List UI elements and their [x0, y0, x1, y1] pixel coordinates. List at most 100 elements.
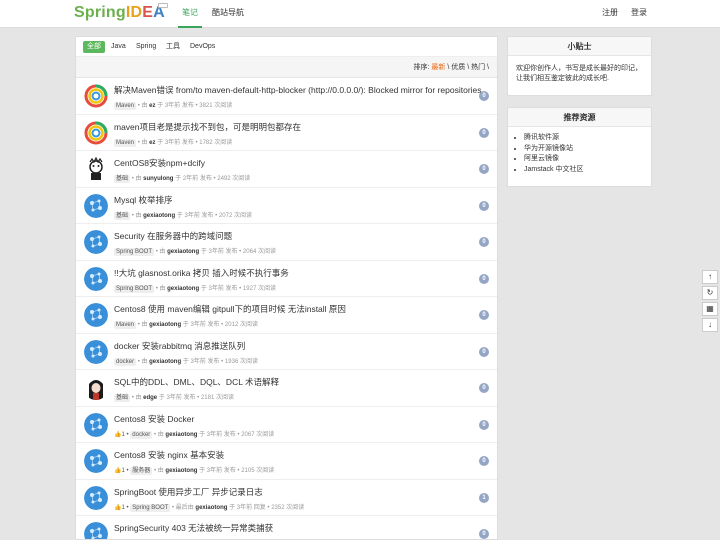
topic-row[interactable]: SQL中的DDL、DML、DQL、DCL 术语解释 基础 • 由 edge 于 3…: [76, 370, 497, 407]
author-link[interactable]: gexiaotong: [167, 249, 199, 255]
tab-java[interactable]: Java: [107, 41, 130, 53]
avatar[interactable]: [84, 84, 108, 108]
resources-title: 推荐资源: [508, 108, 651, 127]
author-link[interactable]: gexiaotong: [195, 505, 227, 511]
tab-tools[interactable]: 工具: [162, 41, 184, 53]
author-link[interactable]: gexiaotong: [167, 286, 199, 292]
sort-latest[interactable]: 最新: [431, 64, 445, 71]
topic-tag[interactable]: docker: [114, 357, 137, 366]
topic-tag[interactable]: 基础: [114, 211, 131, 220]
topic-meta-prefix: • 由: [155, 285, 166, 292]
topic-tag[interactable]: Maven: [114, 102, 137, 110]
author-link[interactable]: ez: [149, 103, 155, 109]
avatar[interactable]: [84, 485, 108, 510]
avatar[interactable]: [84, 412, 108, 437]
topic-title-link[interactable]: SpringBoot 使用异步工厂 异步记录日志: [114, 486, 263, 498]
author-link[interactable]: gexiaotong: [143, 213, 175, 219]
topic-meta: 基础 • 由 edge 于 3年前 发布 • 2181 次阅读: [114, 392, 234, 402]
nav-tab-sites[interactable]: 酷站导航: [208, 0, 248, 28]
avatar[interactable]: [84, 193, 108, 218]
topic-row[interactable]: SpringBoot 使用异步工厂 异步记录日志 👍1 • Spring BOOT…: [76, 480, 497, 516]
scroll-bottom-icon[interactable]: ↓: [702, 318, 718, 332]
qrcode-icon[interactable]: ▦: [702, 302, 718, 316]
topic-row[interactable]: SpringSecurity 403 无法被统一异常类捕获 0: [76, 516, 497, 539]
topic-title-link[interactable]: Security 在服务器中的跨域问题: [114, 230, 232, 242]
topic-title-link[interactable]: Centos8 安装 Docker: [114, 413, 194, 425]
avatar[interactable]: [84, 303, 108, 327]
author-link[interactable]: gexiaotong: [165, 432, 197, 438]
topic-title-link[interactable]: docker 安装rabbitmq 消息推送队列: [114, 340, 245, 352]
author-link[interactable]: gexiaotong: [165, 468, 197, 474]
author-link[interactable]: gexiaotong: [149, 359, 181, 365]
resource-link[interactable]: Jamstack 中文社区: [524, 165, 643, 176]
author-link[interactable]: sunyulong: [143, 176, 173, 182]
topic-row[interactable]: maven项目老是提示找不到包，可是明明包都存在 Maven • 由 ez 于 3…: [76, 115, 497, 151]
site-logo[interactable]: SpringIDEA: [74, 4, 165, 22]
topic-tag[interactable]: 服务器: [130, 467, 153, 475]
avatar[interactable]: [84, 376, 108, 400]
topic-title-link[interactable]: Mysql 枚举排序: [114, 194, 173, 206]
nav-tab-notes[interactable]: 笔记: [178, 0, 202, 28]
avatar[interactable]: [84, 339, 108, 364]
topic-row[interactable]: 解决Maven错误 from/to maven-default-http-blo…: [76, 78, 497, 115]
topic-tag[interactable]: docker: [130, 430, 153, 439]
resource-link[interactable]: 阿里云镜像: [524, 154, 643, 165]
topic-title-link[interactable]: CentOS8安装npm+dcify: [114, 157, 205, 169]
topic-tag[interactable]: Maven: [114, 138, 137, 147]
topic-meta-info: 于 3年前 发布 • 2072 次阅读: [176, 212, 252, 219]
avatar[interactable]: [84, 522, 108, 539]
topic-meta-prefix: • 由: [137, 139, 148, 146]
topic-title-link[interactable]: !!大坑 glasnost.orika 拷贝 插入时候不执行事务: [114, 267, 289, 279]
avatar[interactable]: [84, 157, 108, 181]
topic-tag[interactable]: Spring BOOT: [114, 284, 155, 293]
topic-meta-info: 于 3年前 发布 • 3821 次阅读: [157, 103, 233, 109]
topic-tag[interactable]: 基础: [114, 175, 131, 183]
login-link[interactable]: 登录: [631, 0, 647, 28]
topic-row[interactable]: Mysql 枚举排序 基础 • 由 gexiaotong 于 3年前 发布 • 2…: [76, 188, 497, 224]
topic-row[interactable]: Security 在服务器中的跨域问题 Spring BOOT • 由 gexia…: [76, 224, 497, 261]
topic-row[interactable]: !!大坑 glasnost.orika 拷贝 插入时候不执行事务 Spring B…: [76, 261, 497, 297]
resource-link[interactable]: 腾讯软件源: [524, 133, 643, 144]
avatar[interactable]: [84, 230, 108, 254]
register-link[interactable]: 注册: [602, 0, 618, 28]
scroll-top-icon[interactable]: ↑: [702, 270, 718, 284]
sort-hot[interactable]: 热门: [471, 64, 485, 71]
topic-meta-info: 于 3年前 发布 • 1782 次阅读: [157, 139, 233, 146]
topic-row[interactable]: Centos8 安装 nginx 基本安装 👍1 • 服务器 • 由 gexiao…: [76, 443, 497, 480]
sort-separator: \: [467, 64, 470, 71]
topic-tag[interactable]: Maven: [114, 321, 137, 329]
topic-title-link[interactable]: 解决Maven错误 from/to maven-default-http-blo…: [114, 84, 482, 96]
resource-link[interactable]: 华为开源镜像站: [524, 144, 643, 155]
avatar[interactable]: [84, 120, 108, 145]
topic-meta: Maven • 由 gexiaotong 于 3年前 发布 • 2012 次阅读: [114, 319, 258, 329]
avatar[interactable]: [84, 266, 108, 291]
topic-row[interactable]: docker 安装rabbitmq 消息推送队列 docker • 由 gexia…: [76, 334, 497, 370]
topic-title-link[interactable]: maven项目老是提示找不到包，可是明明包都存在: [114, 121, 301, 133]
sort-quality[interactable]: 优质: [451, 64, 465, 71]
topic-tag[interactable]: Spring BOOT: [130, 503, 171, 512]
reply-count-badge: 1: [479, 492, 489, 503]
topic-tag[interactable]: 基础: [114, 394, 131, 402]
tab-devops[interactable]: DevOps: [186, 41, 219, 53]
author-link[interactable]: gexiaotong: [149, 322, 181, 328]
tab-all[interactable]: 全部: [83, 41, 105, 53]
author-link[interactable]: edge: [143, 395, 157, 401]
topic-row[interactable]: CentOS8安装npm+dcify 基础 • 由 sunyulong 于 2年前…: [76, 151, 497, 188]
topic-title-link[interactable]: SpringSecurity 403 无法被统一异常类捕获: [114, 522, 273, 534]
topic-title-link[interactable]: Centos8 使用 maven编辑 gitpull下的项目时候 无法insta…: [114, 303, 346, 315]
topic-meta: Maven • 由 ez 于 3年前 发布 • 3821 次阅读: [114, 100, 232, 110]
tab-spring[interactable]: Spring: [132, 41, 160, 53]
topic-title-link[interactable]: SQL中的DDL、DML、DQL、DCL 术语解释: [114, 376, 279, 388]
topic-row[interactable]: Centos8 安装 Docker 👍1 • docker • 由 gexiaot…: [76, 407, 497, 443]
topic-tag[interactable]: Spring BOOT: [114, 248, 155, 256]
topic-meta-prefix: • 由: [137, 103, 148, 109]
author-link[interactable]: ez: [149, 140, 155, 146]
topic-row[interactable]: Centos8 使用 maven编辑 gitpull下的项目时候 无法insta…: [76, 297, 497, 334]
topic-meta-prefix: • 最后由: [171, 504, 194, 511]
topic-title-link[interactable]: Centos8 安装 nginx 基本安装: [114, 449, 224, 461]
refresh-icon[interactable]: ↻: [702, 286, 718, 300]
reply-count-badge: 0: [479, 91, 489, 101]
avatar[interactable]: [84, 449, 108, 473]
sort-label: 排序:: [413, 64, 430, 71]
topic-meta-info: 于 3年前 发布 • 2012 次阅读: [182, 322, 258, 328]
